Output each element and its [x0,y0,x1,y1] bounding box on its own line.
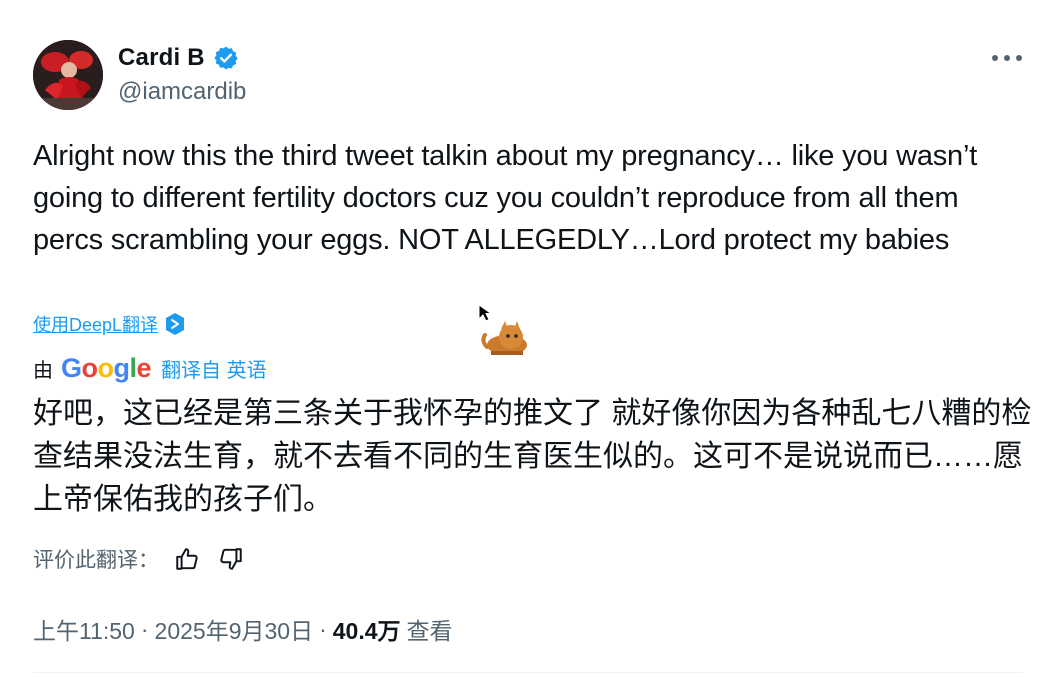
author-name-row: Cardi B [118,42,239,74]
views-count: 40.4万 [332,618,401,644]
tweet-time[interactable]: 上午11:50 [33,612,135,646]
google-translate-attribution: 由 Google 翻译自 英语 [33,352,267,384]
meta-separator: · [319,615,327,642]
google-logo: Google [61,352,152,383]
deepl-icon [164,312,186,336]
rate-translation-label: 评价此翻译： [33,549,159,572]
thumbs-down-icon[interactable] [215,543,247,575]
deepl-translate-link[interactable]: 使用DeepL翻译 [33,311,186,337]
thumbs-up-icon[interactable] [171,543,203,575]
verified-badge-icon [213,45,239,71]
more-options-icon[interactable] [992,52,1022,64]
by-prefix: 由 [33,359,53,382]
divider [33,672,1023,673]
tweet-card: Cardi B @iamcardib Alright now this the … [0,0,1056,679]
tweet-date[interactable]: 2025年9月30日 [155,612,314,646]
mouse-cursor-icon [477,303,537,359]
meta-separator: · [140,615,149,642]
views-label: 查看 [406,618,453,644]
tweet-text: Alright now this the third tweet talkin … [33,140,978,256]
avatar[interactable] [33,40,103,110]
author-handle[interactable]: @iamcardib [118,78,246,106]
translated-from-link[interactable]: 翻译自 英语 [161,354,267,383]
display-name[interactable]: Cardi B [118,44,205,72]
translated-text: 好吧，这已经是第三条关于我怀孕的推文了 就好像你因为各种乱七八糟的检查结果没法生… [33,397,1032,516]
tweet-meta: 上午11:50 · 2025年9月30日 · 40.4万 查看 [33,612,453,646]
rate-translation-row: 评价此翻译： [33,543,247,575]
deepl-translate-label[interactable]: 使用DeepL翻译 [33,311,158,337]
